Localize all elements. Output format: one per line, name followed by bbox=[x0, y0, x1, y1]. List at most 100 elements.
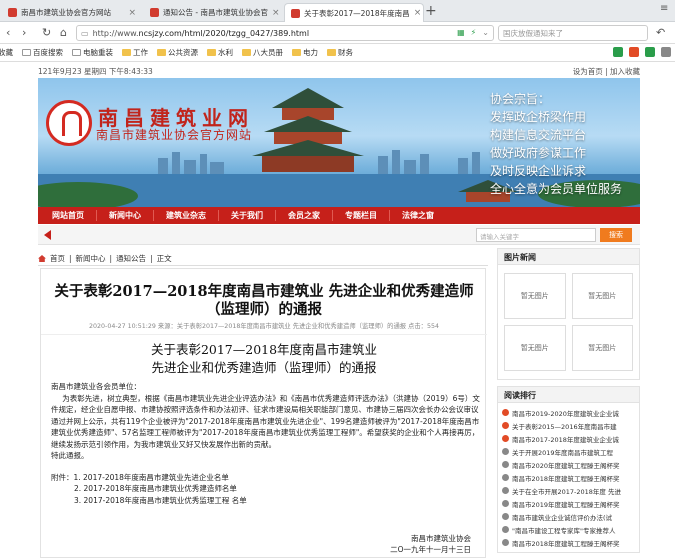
site-search-input[interactable]: 请输入关键字 bbox=[476, 228, 596, 242]
rank-list: 南昌市2019-2020年度建筑业企业诚 关于表彰2015—2016年度南昌市建南… bbox=[498, 403, 639, 552]
paragraph: 特此通报。 bbox=[51, 451, 89, 460]
nav-magazine[interactable]: 建筑业杂志 bbox=[154, 210, 219, 221]
rank-item[interactable]: 南昌市2018年度建筑工程滕王阁杯奖 bbox=[502, 536, 635, 549]
picture-placeholder[interactable]: 暂无图片 bbox=[504, 273, 566, 319]
rank-item-label: 关于在全市开展2017-2018年度 先进 bbox=[512, 487, 621, 496]
nav-news[interactable]: 新闻中心 bbox=[97, 210, 154, 221]
rank-item[interactable]: 关于开展2019年度南昌市建筑工程 bbox=[502, 445, 635, 458]
bookmark-reinstall[interactable]: 电脑重装 bbox=[72, 47, 113, 58]
url-text: http://www.ncsjzy.com/html/2020/tzgg_042… bbox=[92, 28, 310, 38]
rank-item[interactable]: 南昌市2017-2018年度建筑业企业诚 bbox=[502, 432, 635, 445]
speaker-icon bbox=[44, 230, 51, 240]
bookmark-water[interactable]: 水利 bbox=[207, 47, 233, 58]
bookmark-work[interactable]: 工作 bbox=[122, 47, 148, 58]
tab-article[interactable]: 关于表彰2017—2018年度南昌 × bbox=[284, 3, 424, 22]
nav-about[interactable]: 关于我们 bbox=[219, 210, 276, 221]
signature: 南昌市建筑业协会 二O一九年十一月十三日 bbox=[390, 534, 471, 554]
picture-placeholder[interactable]: 暂无图片 bbox=[504, 325, 566, 371]
rank-item[interactable]: 南昌市2018年度建筑工程滕王阁杯奖 bbox=[502, 471, 635, 484]
reading-rank: 阅读排行 南昌市2019-2020年度建筑业企业诚 关于表彰2015—2016年度… bbox=[497, 386, 640, 553]
picture-placeholder[interactable]: 暂无图片 bbox=[571, 273, 633, 319]
attachment-3[interactable]: 3. 2017-2018年度南昌市建筑业优秀监理工程 名单 bbox=[51, 495, 481, 507]
lightning-icon[interactable]: ⚡ bbox=[471, 28, 477, 37]
tab-title: 通知公告 - 南昌市建筑业协会官 bbox=[163, 8, 268, 17]
home-icon bbox=[38, 255, 46, 262]
sidebar: 图片新闻 暂无图片 暂无图片 暂无图片 暂无图片 阅读排行 南昌市2019-20… bbox=[497, 248, 640, 558]
forward-icon[interactable]: › bbox=[22, 26, 26, 40]
article-body: 南昌市建筑业各会员单位： 为表彰先进，树立典型，根据《南昌市建筑业先进企业评选办… bbox=[51, 381, 481, 506]
top-links[interactable]: 设为首页 | 加入收藏 bbox=[573, 66, 640, 77]
association-logo bbox=[46, 100, 92, 146]
main-nav: 网站首页 新闻中心 建筑业杂志 关于我们 会员之家 专题栏目 法律之窗 bbox=[38, 207, 640, 224]
bullet-icon bbox=[502, 526, 509, 533]
bullet-icon bbox=[502, 500, 509, 507]
shield-icon[interactable] bbox=[645, 47, 655, 57]
rank-item[interactable]: 南昌市2020年度建筑工程滕王阁杯奖 bbox=[502, 458, 635, 471]
tab-notices[interactable]: 通知公告 - 南昌市建筑业协会官 × bbox=[144, 3, 284, 22]
bookmark-favorites[interactable]: 收藏 bbox=[0, 47, 13, 58]
rank-item[interactable]: 南昌市2019-2020年度建筑业企业诚 bbox=[502, 406, 635, 419]
brand-subtitle: 南昌市建筑业协会官方网站 bbox=[96, 128, 253, 142]
chevron-down-icon[interactable]: ⌄ bbox=[482, 28, 489, 37]
picture-news: 图片新闻 暂无图片 暂无图片 暂无图片 暂无图片 bbox=[497, 248, 640, 380]
pavilion-image bbox=[252, 88, 364, 172]
nav-topics[interactable]: 专题栏目 bbox=[333, 210, 390, 221]
extension-icon[interactable] bbox=[661, 47, 671, 57]
rank-item-label: "南昌市建设工程专家库"专家推荐人 bbox=[512, 526, 616, 535]
rank-item-label: 关于开展2019年度南昌市建筑工程 bbox=[512, 448, 614, 457]
close-icon[interactable]: × bbox=[272, 8, 280, 18]
grid-icon[interactable]: ▦ bbox=[457, 28, 465, 37]
article-meta: 2020-04-27 10:51:29 来源：关于表彰2017—2018年度南昌… bbox=[41, 321, 487, 335]
bookmarks-bar: 收藏 百度搜索 电脑重装 工作 公共资源 水利 八大员册 电力 财务 bbox=[0, 44, 675, 62]
tab-home[interactable]: 南昌市建筑业协会官方网站 × bbox=[2, 3, 142, 22]
rank-item[interactable]: "南昌市建设工程专家库"专家推荐人 bbox=[502, 523, 635, 536]
close-icon[interactable]: × bbox=[414, 8, 422, 18]
attachment-2[interactable]: 2. 2017-2018年度南昌市建筑业优秀建造师名单 bbox=[51, 483, 481, 495]
paragraph: 为表彰先进，树立典型，根据《南昌市建筑业先进企业评选办法》和《南昌市优秀建造师评… bbox=[51, 393, 480, 449]
rank-item[interactable]: 南昌市2019年度建筑工程滕王阁杯奖 bbox=[502, 497, 635, 510]
browser-search-input[interactable]: 国庆放假通知来了 bbox=[498, 25, 648, 41]
rank-item[interactable]: 关于表彰2015—2016年度南昌市建 bbox=[502, 419, 635, 432]
rank-item-label: 南昌市2019年度建筑工程滕王阁杯奖 bbox=[512, 500, 620, 509]
folder-icon bbox=[157, 49, 166, 56]
folder-icon bbox=[242, 49, 251, 56]
undo-icon[interactable]: ↶ bbox=[656, 26, 665, 40]
folder-icon bbox=[327, 49, 336, 56]
picture-placeholder[interactable]: 暂无图片 bbox=[571, 325, 633, 371]
menu-icon[interactable]: ≡ bbox=[660, 3, 668, 14]
rank-item[interactable]: 关于在全市开展2017-2018年度 先进 bbox=[502, 484, 635, 497]
bullet-icon bbox=[502, 474, 509, 481]
reading-rank-title: 阅读排行 bbox=[498, 387, 639, 403]
reload-icon[interactable]: ↻ bbox=[42, 26, 51, 40]
bullet-icon bbox=[502, 448, 509, 455]
bookmark-eight[interactable]: 八大员册 bbox=[242, 47, 283, 58]
extension-icon[interactable] bbox=[629, 47, 639, 57]
site-search-button[interactable]: 搜索 bbox=[600, 228, 632, 242]
breadcrumb-home[interactable]: 首页 bbox=[50, 253, 65, 264]
url-field[interactable]: ▭ http://www.ncsjzy.com/html/2020/tzgg_0… bbox=[76, 25, 494, 41]
new-tab-button[interactable]: + bbox=[425, 4, 437, 18]
bookmark-baidu[interactable]: 百度搜索 bbox=[22, 47, 63, 58]
folder-icon bbox=[122, 49, 131, 56]
nav-members[interactable]: 会员之家 bbox=[276, 210, 333, 221]
site-search-row: 请输入关键字 搜索 bbox=[38, 225, 640, 245]
rank-item[interactable]: 南昌市建筑业企业诚信评价办法(试 bbox=[502, 510, 635, 523]
bookmark-power[interactable]: 电力 bbox=[292, 47, 318, 58]
breadcrumb-notices[interactable]: 通知公告 bbox=[116, 253, 146, 264]
home-icon[interactable]: ⌂ bbox=[60, 26, 67, 40]
close-icon[interactable]: × bbox=[128, 8, 136, 18]
bullet-icon bbox=[502, 409, 509, 416]
nav-home[interactable]: 网站首页 bbox=[38, 210, 97, 221]
bookmark-finance[interactable]: 财务 bbox=[327, 47, 353, 58]
attachment-1[interactable]: 附件：1. 2017-2018年度南昌市建筑业先进企业名单 bbox=[51, 472, 481, 484]
article: 关于表彰2017—2018年度南昌市建筑业 先进企业和优秀建造师（监理师）的通报… bbox=[40, 268, 487, 558]
nav-law[interactable]: 法律之窗 bbox=[390, 210, 446, 221]
site-favicon-icon bbox=[150, 8, 159, 17]
tab-bar: 南昌市建筑业协会官方网站 × 通知公告 - 南昌市建筑业协会官 × 关于表彰20… bbox=[0, 0, 675, 22]
extension-icon[interactable] bbox=[613, 47, 623, 57]
back-icon[interactable]: ‹ bbox=[6, 26, 10, 40]
breadcrumb-news[interactable]: 新闻中心 bbox=[76, 253, 106, 264]
page-icon: ▭ bbox=[81, 28, 89, 38]
rank-item-label: 南昌市2017-2018年度建筑业企业诚 bbox=[512, 435, 619, 444]
bookmark-public[interactable]: 公共资源 bbox=[157, 47, 198, 58]
